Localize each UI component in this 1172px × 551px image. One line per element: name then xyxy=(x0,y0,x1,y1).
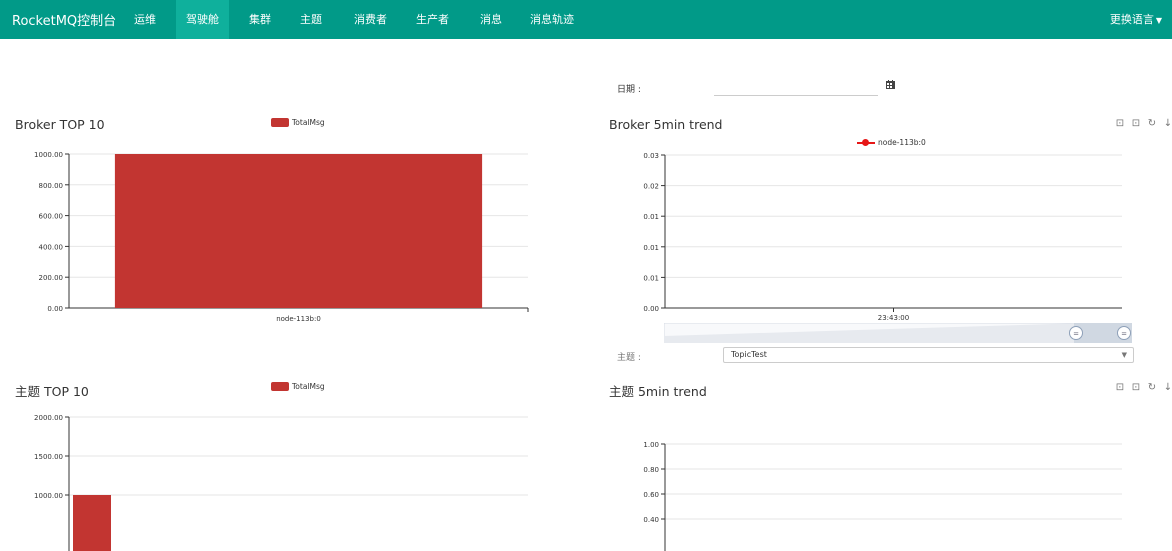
y-tick-label: 400.00 xyxy=(39,243,64,251)
y-tick-label: 1.00 xyxy=(643,441,659,449)
zoom-icon[interactable]: ⊡ xyxy=(1115,383,1125,393)
y-tick-label: 1000.00 xyxy=(34,492,63,500)
nav-item-ops[interactable]: 运维 xyxy=(124,0,166,39)
y-tick-label: 800.00 xyxy=(39,182,64,190)
nav-item-message[interactable]: 消息 xyxy=(470,0,512,39)
restore-icon[interactable]: ↻ xyxy=(1147,119,1157,129)
zoom-reset-icon[interactable]: ⊡ xyxy=(1131,119,1141,129)
download-icon[interactable]: ↓ xyxy=(1163,383,1172,393)
calendar-icon[interactable] xyxy=(886,80,895,89)
broker-trend-toolbox: ⊡ ⊡ ↻ ↓ xyxy=(1115,119,1172,129)
topic-top-legend[interactable]: TotalMsg xyxy=(271,382,325,391)
broker-top-chart: 0.00 200.00 400.00 600.00 800.00 1000.00 node-… xyxy=(34,151,529,323)
y-tick-label: 0.03 xyxy=(643,152,659,160)
zoom-reset-icon[interactable]: ⊡ xyxy=(1131,383,1141,393)
legend-label: TotalMsg xyxy=(292,382,325,391)
y-tick-label: 2000.00 xyxy=(34,414,63,422)
x-tick-label: 23:43:00 xyxy=(878,314,909,322)
legend-label: TotalMsg xyxy=(292,118,325,127)
topic-top-title: 主题 TOP 10 xyxy=(15,384,89,399)
bar xyxy=(73,495,111,551)
nav-item-consumer[interactable]: 消费者 xyxy=(344,0,397,39)
topic-trend-chart: 0.40 0.60 0.80 1.00 xyxy=(643,441,1122,551)
topic-top-chart: 1000.00 1500.00 2000.00 xyxy=(34,414,528,551)
topic-label: 主题 : xyxy=(617,353,641,363)
y-tick-label: 0.00 xyxy=(47,305,63,313)
svg-text:=: = xyxy=(1121,330,1127,338)
date-label: 日期 : xyxy=(617,85,641,95)
download-icon[interactable]: ↓ xyxy=(1163,119,1172,129)
language-label: 更换语言 xyxy=(1109,13,1154,26)
y-tick-label: 0.01 xyxy=(643,213,659,221)
slider-handle-right[interactable]: = xyxy=(1117,326,1131,340)
nav-item-dashboard[interactable]: 驾驶舱 xyxy=(176,0,229,39)
top-navbar: RocketMQ控制台 运维 驾驶舱 集群 主题 消费者 生产者 消息 消息轨迹… xyxy=(0,0,1172,39)
y-tick-label: 0.60 xyxy=(643,491,659,499)
y-tick-label: 200.00 xyxy=(39,274,64,282)
topic-trend-toolbox: ⊡ ⊡ ↻ ↓ xyxy=(1115,383,1172,393)
legend-swatch xyxy=(271,118,289,127)
y-tick-label: 1000.00 xyxy=(34,151,63,159)
topic-select-value: TopicTest xyxy=(731,350,767,359)
y-tick-label: 1500.00 xyxy=(34,453,63,461)
topic-select[interactable]: TopicTest ▼ xyxy=(723,347,1134,363)
y-tick-label: 0.02 xyxy=(643,183,659,191)
nav-item-message-trace[interactable]: 消息轨迹 xyxy=(520,0,584,39)
y-tick-label: 0.01 xyxy=(643,274,659,282)
chevron-down-icon: ▼ xyxy=(1121,351,1127,359)
language-dropdown[interactable]: 更换语言 ▼ xyxy=(1110,0,1162,39)
broker-trend-chart: 0.00 0.01 0.01 0.01 0.02 0.03 23:43:00 xyxy=(643,152,1122,322)
y-tick-label: 600.00 xyxy=(39,213,64,221)
brand-title[interactable]: RocketMQ控制台 xyxy=(12,10,116,29)
restore-icon[interactable]: ↻ xyxy=(1147,383,1157,393)
slider-handle-left[interactable]: = xyxy=(1069,326,1083,340)
broker-top-title: Broker TOP 10 xyxy=(15,117,105,132)
broker-trend-title: Broker 5min trend xyxy=(609,117,723,132)
y-tick-label: 0.00 xyxy=(643,305,659,313)
y-tick-label: 0.01 xyxy=(643,244,659,252)
caret-down-icon: ▼ xyxy=(1155,16,1162,25)
broker-top-legend[interactable]: TotalMsg xyxy=(271,118,325,127)
svg-text:=: = xyxy=(1073,330,1079,338)
y-tick-label: 0.40 xyxy=(643,516,659,524)
bar xyxy=(114,154,483,308)
zoom-icon[interactable]: ⊡ xyxy=(1115,119,1125,129)
x-tick-label: node-113b:0 xyxy=(276,315,321,323)
nav-item-topic[interactable]: 主题 xyxy=(290,0,332,39)
y-tick-label: 0.80 xyxy=(643,466,659,474)
nav-item-producer[interactable]: 生产者 xyxy=(406,0,459,39)
data-zoom-slider[interactable]: = = xyxy=(664,323,1132,343)
topic-trend-title: 主题 5min trend xyxy=(609,384,707,399)
date-input[interactable] xyxy=(714,80,878,96)
nav-item-cluster[interactable]: 集群 xyxy=(239,0,281,39)
legend-swatch xyxy=(271,382,289,391)
